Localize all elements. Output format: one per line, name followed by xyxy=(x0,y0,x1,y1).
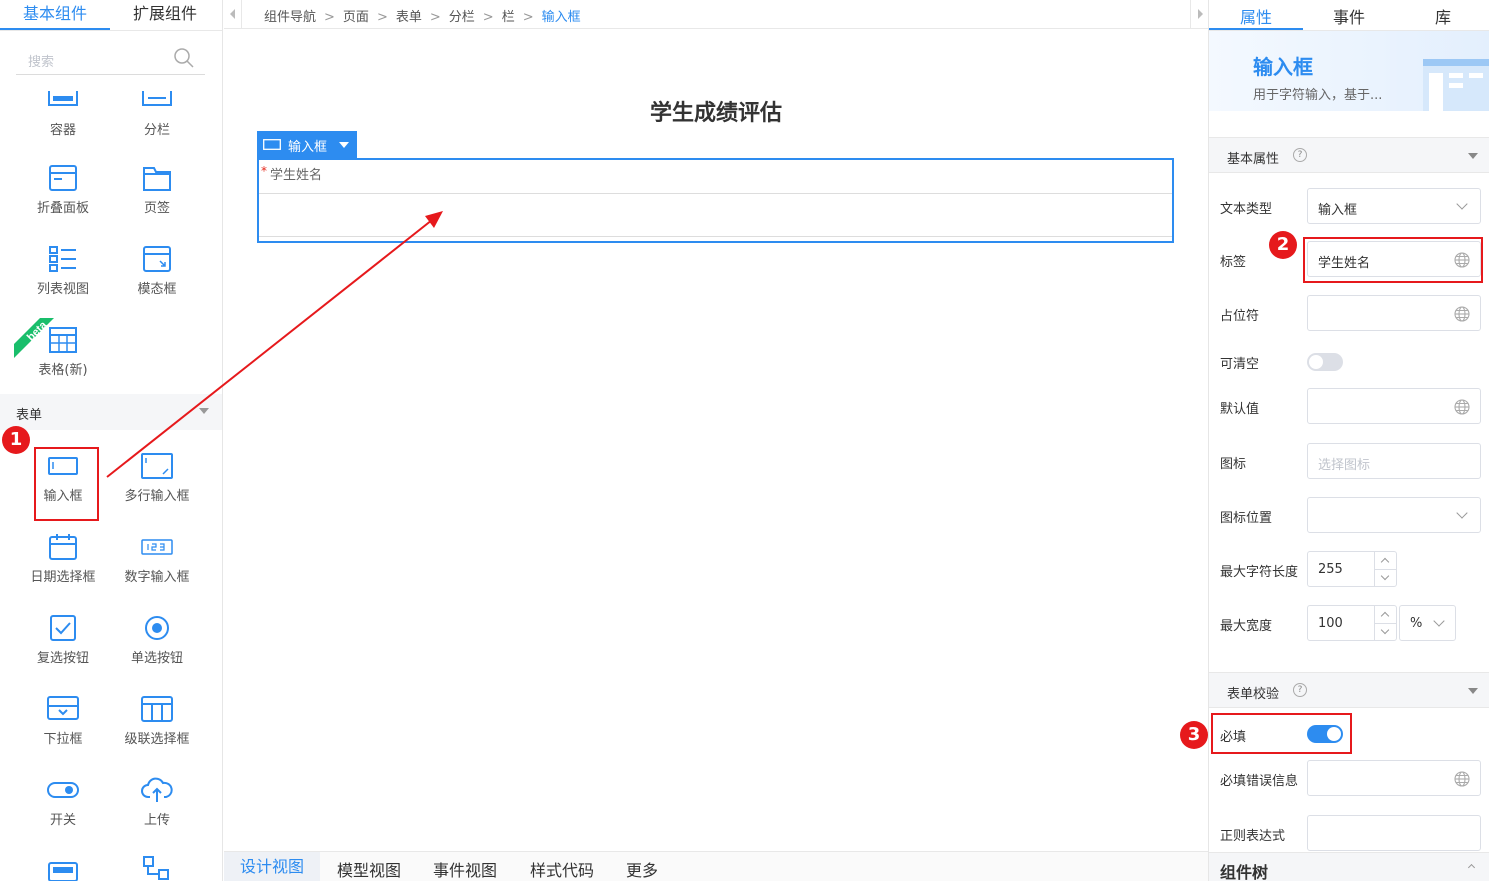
drag-arrow xyxy=(106,211,443,478)
app-root: 基本组件 扩展组件 搜索 容器 分栏 折叠面板 页签 列表视图 模态框 表格(新… xyxy=(0,0,1489,881)
